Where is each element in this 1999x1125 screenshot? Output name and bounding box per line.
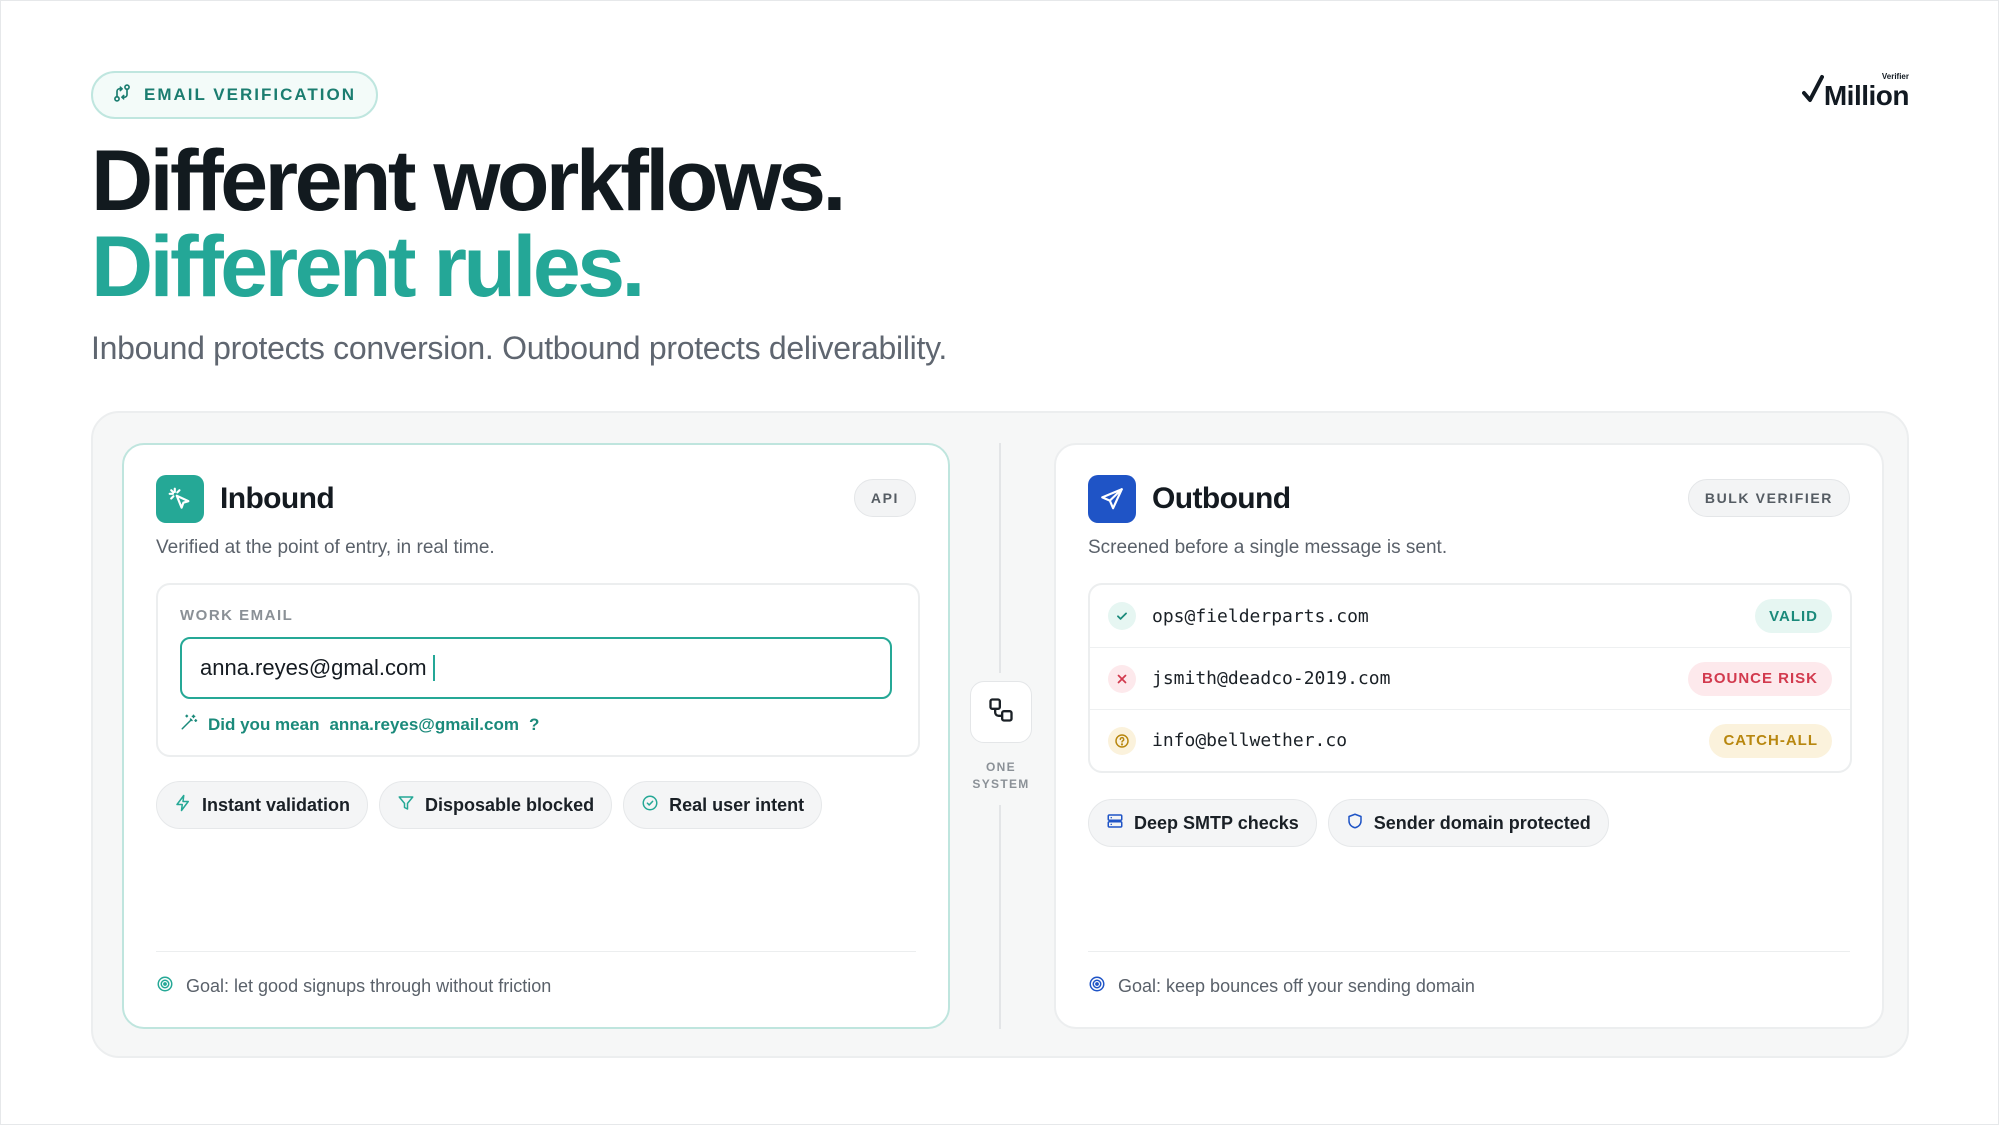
chip-instant-validation: Instant validation	[156, 781, 369, 829]
did-you-mean-suggestion[interactable]: Did you mean anna.reyes@gmail.com ?	[180, 713, 539, 736]
signup-form: WORK EMAIL anna.reyes@gmal.com Did you m…	[156, 583, 920, 757]
suggest-suffix: ?	[528, 714, 540, 734]
outbound-card: Outbound BULK VERIFIER Screened before a…	[1054, 443, 1884, 1029]
suggested-email[interactable]: anna.reyes@gmail.com	[329, 715, 519, 735]
list-item[interactable]: jsmith@deadco-2019.com BOUNCE RISK	[1090, 647, 1850, 709]
connector-line-bottom	[999, 805, 1001, 1029]
one-system-line2: SYSTEM	[972, 777, 1030, 791]
logo-word: Million	[1823, 80, 1910, 111]
chip-label: Deep SMTP checks	[1134, 812, 1299, 833]
shapes-link-icon	[987, 696, 1015, 729]
status-badge: VALID	[1755, 599, 1832, 633]
server-icon	[1106, 812, 1124, 835]
headline-line2: Different rules.	[91, 219, 645, 315]
outbound-goal: Goal: keep bounces off your sending doma…	[1088, 975, 1475, 998]
inbound-description: Verified at the point of entry, in real …	[156, 537, 495, 558]
magic-wand-icon	[180, 713, 198, 736]
chip-disposable-blocked: Disposable blocked	[379, 781, 613, 829]
comparison-stage: Inbound API Verified at the point of ent…	[91, 411, 1909, 1058]
logo-check-icon	[1801, 73, 1824, 108]
subtitle: Inbound protects conversion. Outbound pr…	[91, 330, 947, 366]
pill-label: EMAIL VERIFICATION	[144, 85, 356, 104]
bulk-verifier-tag: BULK VERIFIER	[1687, 479, 1850, 517]
brand-logo: Million Verifier	[1801, 70, 1910, 111]
pointer-click-icon	[156, 475, 204, 523]
suggest-prefix: Did you mean	[208, 714, 320, 734]
question-icon	[1108, 726, 1136, 755]
api-tag: API	[853, 479, 916, 517]
outbound-description: Screened before a single message is sent…	[1088, 537, 1448, 558]
chip-label: Real user intent	[669, 794, 805, 815]
row-email: jsmith@deadco-2019.com	[1152, 668, 1391, 689]
email-results-list: ops@fielderparts.com VALID jsmith@deadco…	[1088, 583, 1852, 773]
inbound-divider	[156, 951, 916, 952]
inbound-title: Inbound	[220, 482, 335, 515]
work-email-input[interactable]: anna.reyes@gmal.com	[180, 637, 892, 699]
outbound-title: Outbound	[1152, 482, 1291, 515]
connector-node	[970, 681, 1032, 743]
check-circle-icon	[641, 794, 659, 817]
status-badge: CATCH-ALL	[1709, 723, 1832, 758]
inbound-goal: Goal: let good signups through without f…	[156, 975, 551, 998]
status-badge: BOUNCE RISK	[1687, 661, 1832, 696]
outbound-divider	[1088, 951, 1850, 952]
check-icon	[1108, 602, 1136, 630]
filter-icon	[397, 794, 415, 817]
route-icon	[112, 83, 132, 108]
one-system-label: ONE SYSTEM	[961, 759, 1041, 793]
work-email-value: anna.reyes@gmal.com	[200, 655, 427, 680]
send-icon	[1088, 475, 1136, 523]
chip-label: Sender domain protected	[1373, 812, 1591, 833]
chip-sender-domain-protected: Sender domain protected	[1327, 799, 1609, 847]
email-verification-pill: EMAIL VERIFICATION	[91, 71, 378, 119]
outbound-goal-text: Goal: keep bounces off your sending doma…	[1118, 976, 1475, 996]
target-icon	[1088, 975, 1106, 998]
list-item[interactable]: ops@fielderparts.com VALID	[1090, 585, 1850, 647]
bolt-icon	[174, 794, 192, 817]
one-system-line1: ONE	[986, 760, 1016, 774]
chip-deep-smtp-checks: Deep SMTP checks	[1088, 799, 1317, 847]
list-item[interactable]: info@bellwether.co CATCH-ALL	[1090, 709, 1850, 771]
row-email: ops@fielderparts.com	[1152, 605, 1369, 627]
inbound-feature-chips: Instant validation Disposable blocked Re…	[156, 781, 823, 829]
inbound-goal-text: Goal: let good signups through without f…	[186, 976, 552, 996]
connector-line-top	[999, 443, 1001, 673]
chip-label: Disposable blocked	[425, 794, 595, 815]
inbound-header: Inbound	[156, 475, 335, 523]
work-email-label: WORK EMAIL	[180, 607, 294, 624]
shield-icon	[1346, 812, 1364, 835]
x-icon	[1108, 664, 1136, 693]
row-email: info@bellwether.co	[1152, 730, 1348, 751]
chip-label: Instant validation	[202, 794, 351, 815]
logo-small: Verifier	[1881, 72, 1909, 81]
target-icon	[156, 975, 174, 998]
outbound-feature-chips: Deep SMTP checks Sender domain protected	[1088, 799, 1609, 847]
text-caret	[432, 655, 435, 681]
outbound-header: Outbound	[1088, 475, 1291, 523]
inbound-card: Inbound API Verified at the point of ent…	[122, 443, 950, 1029]
headline-line1: Different workflows.	[91, 133, 846, 229]
chip-real-user-intent: Real user intent	[623, 781, 823, 829]
